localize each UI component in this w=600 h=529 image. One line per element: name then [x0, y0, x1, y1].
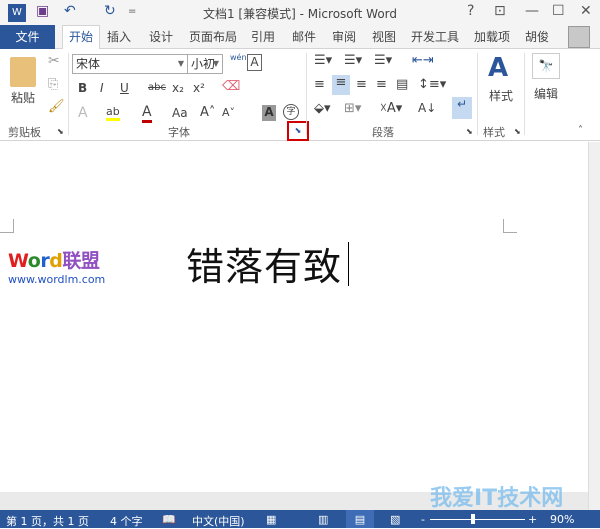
bold-button[interactable]: B — [78, 81, 87, 95]
change-case-button[interactable]: Aa — [172, 106, 188, 120]
tab-file[interactable]: 文件 — [0, 25, 55, 49]
title-bar: W ▣ ↶ ↻ = 文档1 [兼容模式] - Microsoft Word ? … — [0, 0, 600, 25]
page-count[interactable]: 第 1 页，共 1 页 — [6, 513, 89, 529]
justify-icon[interactable]: ≡ — [376, 77, 387, 92]
web-layout-icon[interactable]: ▧ — [390, 513, 400, 526]
editing-button[interactable]: 编辑 — [534, 85, 558, 102]
multilevel-list-icon[interactable]: ☰▾ — [374, 53, 392, 68]
text-cursor — [348, 242, 349, 286]
styles-icon[interactable]: A — [488, 53, 508, 83]
tab-addins[interactable]: 加载项 — [474, 28, 510, 45]
cut-icon[interactable]: ✂ — [48, 53, 60, 69]
tab-layout[interactable]: 页面布局 — [189, 28, 237, 45]
grow-font-button[interactable]: A˄ — [200, 105, 215, 120]
paragraph-launcher-icon[interactable]: ⬊ — [466, 127, 473, 136]
shading-icon[interactable]: ⬙▾ — [314, 101, 331, 116]
word-count[interactable]: 4 个字 — [110, 513, 143, 529]
ribbon: 粘贴 ✂ ⎘ 🖌 剪贴板 ⬊ 宋体 ▼ 小初 ▼ wén A B I U abc x… — [0, 49, 600, 141]
ribbon-tabs: 文件 开始 插入 设计 页面布局 引用 邮件 审阅 视图 开发工具 加载项 胡俊 — [0, 25, 600, 50]
find-icon[interactable]: 🔭 — [532, 53, 560, 79]
underline-button[interactable]: U — [120, 81, 129, 95]
vertical-scrollbar[interactable] — [588, 142, 600, 510]
styles-button[interactable]: 样式 — [489, 87, 513, 104]
copy-icon[interactable]: ⎘ — [48, 77, 58, 92]
format-painter-icon[interactable]: 🖌 — [48, 99, 65, 114]
font-group-label: 字体 — [168, 126, 190, 139]
phonetic-guide-button[interactable]: wén — [230, 53, 247, 62]
document-text[interactable]: 错落有致 — [186, 236, 342, 291]
ribbon-display-button[interactable]: ⊡ — [494, 3, 506, 19]
styles-launcher-icon[interactable]: ⬊ — [514, 127, 521, 136]
tab-developer[interactable]: 开发工具 — [411, 28, 459, 45]
superscript-button[interactable]: x² — [193, 81, 205, 95]
language[interactable]: 中文(中国) — [192, 513, 245, 529]
window-title: 文档1 [兼容模式] - Microsoft Word — [202, 7, 398, 21]
document-area[interactable] — [0, 142, 600, 510]
borders-icon[interactable]: ⊞▾ — [344, 101, 361, 116]
zoom-level[interactable]: 90% — [550, 513, 574, 526]
site-watermark: 我爱IT技术网 — [430, 486, 564, 511]
print-layout-icon[interactable]: ▤ — [346, 510, 374, 528]
macro-icon[interactable]: ▦ — [266, 513, 276, 526]
paste-button[interactable]: 粘贴 — [11, 89, 35, 106]
clear-format-icon[interactable]: ⌫ — [222, 79, 240, 94]
strikethrough-button[interactable]: abc — [148, 82, 166, 93]
paragraph-group-label: 段落 — [372, 126, 394, 139]
clipboard-launcher-icon[interactable]: ⬊ — [57, 127, 64, 136]
char-border-button[interactable]: A — [247, 54, 262, 71]
status-bar: 第 1 页，共 1 页 4 个字 📖 中文(中国) ▦ ▥ ▤ ▧ - + 90… — [0, 510, 600, 528]
wordlm-logo: Word联盟 www.wordlm.com — [8, 250, 106, 286]
styles-group-label: 样式 — [483, 126, 505, 139]
tab-review[interactable]: 审阅 — [332, 28, 356, 45]
crop-mark — [503, 219, 517, 233]
tab-design[interactable]: 设计 — [149, 28, 173, 45]
read-mode-icon[interactable]: ▥ — [318, 513, 328, 526]
zoom-slider-thumb[interactable] — [471, 514, 475, 524]
crop-mark — [0, 219, 14, 233]
paste-icon[interactable] — [10, 57, 36, 87]
zoom-slider[interactable] — [430, 519, 525, 520]
tab-home[interactable]: 开始 — [62, 25, 100, 50]
clipboard-group-label: 剪贴板 — [8, 126, 41, 139]
char-shading-button[interactable]: A — [262, 105, 276, 121]
bullets-icon[interactable]: ☰▾ — [314, 53, 332, 68]
proofing-icon[interactable]: 📖 — [162, 513, 176, 526]
asian-layout-icon[interactable]: ☓A▾ — [380, 101, 402, 116]
show-marks-icon[interactable]: ↵ — [452, 97, 472, 119]
numbering-icon[interactable]: ☰▾ — [344, 53, 362, 68]
tab-view[interactable]: 视图 — [372, 28, 396, 45]
line-spacing-icon[interactable]: ↕≡▾ — [418, 77, 446, 92]
indent-icons[interactable]: ⇤⇥ — [412, 53, 434, 68]
tab-mailings[interactable]: 邮件 — [292, 28, 316, 45]
user-account[interactable]: 胡俊 — [525, 28, 549, 45]
zoom-out-button[interactable]: - — [421, 513, 425, 526]
font-color-button[interactable]: A — [142, 104, 152, 123]
text-effects-button[interactable]: A — [78, 105, 88, 121]
font-name-combo[interactable]: 宋体 ▼ — [72, 54, 188, 74]
align-right-icon[interactable]: ≡ — [356, 77, 367, 92]
minimize-button[interactable]: — — [525, 3, 539, 19]
zoom-in-button[interactable]: + — [528, 513, 537, 526]
close-button[interactable]: ✕ — [580, 3, 592, 19]
tab-references[interactable]: 引用 — [251, 28, 275, 45]
enclose-char-button[interactable]: 字 — [283, 104, 299, 120]
subscript-button[interactable]: x₂ — [172, 81, 184, 95]
sort-icon[interactable]: A↓ — [418, 101, 436, 115]
align-center-icon[interactable]: ≡ — [332, 75, 350, 95]
avatar[interactable] — [568, 26, 590, 48]
italic-button[interactable]: I — [100, 81, 104, 95]
highlight-button[interactable]: ab — [106, 105, 120, 121]
collapse-ribbon-icon[interactable]: ˄ — [578, 125, 583, 136]
help-button[interactable]: ? — [467, 3, 474, 19]
distributed-icon[interactable]: ▤ — [396, 77, 408, 92]
shrink-font-button[interactable]: A˅ — [222, 106, 235, 119]
tab-insert[interactable]: 插入 — [107, 28, 131, 45]
font-size-combo[interactable]: 小初 ▼ — [187, 54, 223, 74]
align-left-icon[interactable]: ≡ — [314, 77, 325, 92]
maximize-button[interactable]: ☐ — [552, 3, 565, 19]
